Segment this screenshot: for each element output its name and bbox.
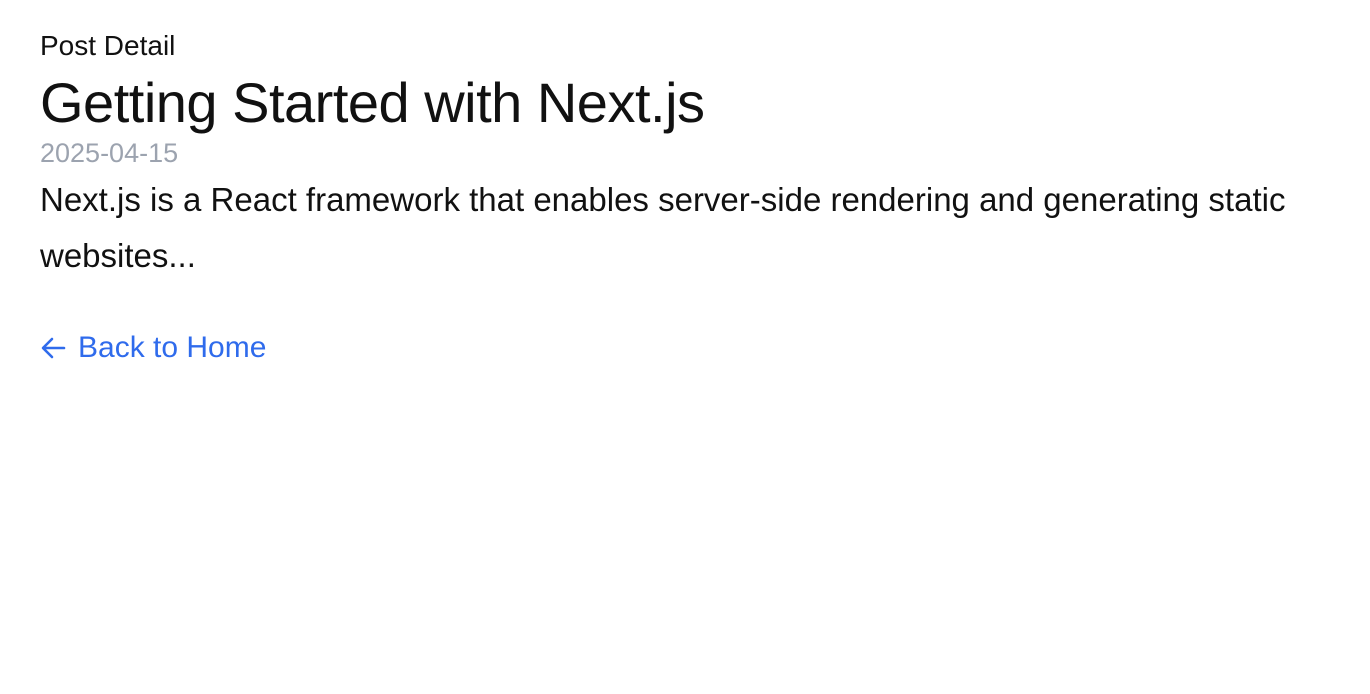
post-date: 2025-04-15 (40, 138, 179, 168)
post-title: Getting Started with Next.js (40, 71, 705, 134)
back-to-home-link[interactable]: Back to Home (40, 328, 266, 368)
post-excerpt: Next.js is a React framework that enable… (40, 181, 1286, 274)
page-section-label: Post Detail (40, 30, 176, 61)
arrow-left-icon (40, 336, 66, 360)
post-detail-page: Post Detail Getting Started with Next.js… (0, 0, 1370, 368)
back-to-home-label: Back to Home (78, 331, 267, 364)
